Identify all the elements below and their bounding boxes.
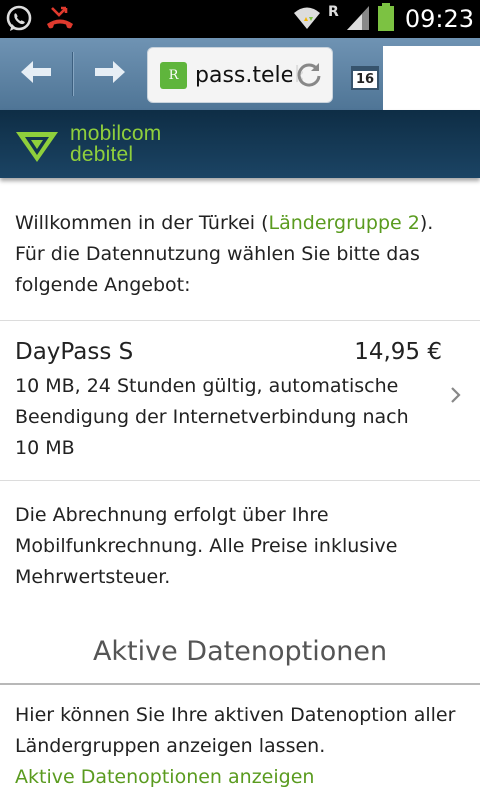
forward-button[interactable] (80, 48, 140, 100)
offer-title: DayPass S (15, 339, 134, 365)
offer-description: 10 MB, 24 Stunden gültig, automatische B… (15, 375, 409, 459)
reload-icon (295, 60, 323, 92)
divider (0, 480, 480, 481)
offer-daypass-s[interactable]: DayPass S 14,95 € 10 MB, 24 Stunden gült… (0, 321, 480, 481)
chevron-right-icon (450, 385, 462, 411)
brand-line2: debitel (70, 143, 134, 166)
toolbar-divider (72, 52, 73, 96)
whatsapp-icon (4, 4, 34, 38)
section-divider (0, 683, 480, 685)
status-time: 09:23 (404, 5, 474, 33)
tabs-icon: 16 (351, 66, 379, 90)
wifi-icon (292, 3, 322, 35)
intro-text: Willkommen in der Türkei (Ländergruppe 2… (0, 208, 480, 301)
active-options-link[interactable]: Aktive Datenoptionen anzeigen (15, 762, 465, 793)
site-header: mobilcom debitel (0, 110, 480, 178)
back-arrow-icon (19, 58, 53, 90)
back-button[interactable] (6, 48, 66, 100)
tabs-button[interactable]: 16 (351, 62, 381, 90)
offer-price: 14,95 € (354, 339, 442, 365)
active-options-text: Hier können Sie Ihre aktiven Datenoption… (15, 704, 456, 757)
reload-button[interactable] (292, 60, 326, 92)
billing-note: Die Abrechnung erfolgt über Ihre Mobilfu… (15, 504, 398, 588)
brand-name: mobilcom debitel (70, 123, 161, 165)
status-bar: R 09:23 (0, 0, 480, 38)
mobilcom-logo-icon (14, 128, 60, 168)
signal-icon (345, 3, 371, 35)
active-options-section: Hier können Sie Ihre aktiven Datenoption… (0, 700, 480, 793)
url-text[interactable]: pass.telekom (195, 63, 303, 88)
country-group-link[interactable]: Ländergruppe 2 (269, 212, 420, 234)
intro-text-start: Willkommen in der Türkei ( (15, 212, 269, 234)
tabs-count: 16 (355, 72, 375, 87)
roaming-icon: R (328, 4, 339, 20)
forward-arrow-icon (93, 58, 127, 90)
brand-line1: mobilcom (70, 122, 162, 145)
site-favicon: R (160, 61, 187, 89)
battery-icon (377, 2, 395, 36)
missed-call-icon (44, 4, 76, 38)
address-bar[interactable]: R pass.telekom (147, 47, 333, 103)
section-title: Aktive Datenoptionen (92, 636, 388, 667)
